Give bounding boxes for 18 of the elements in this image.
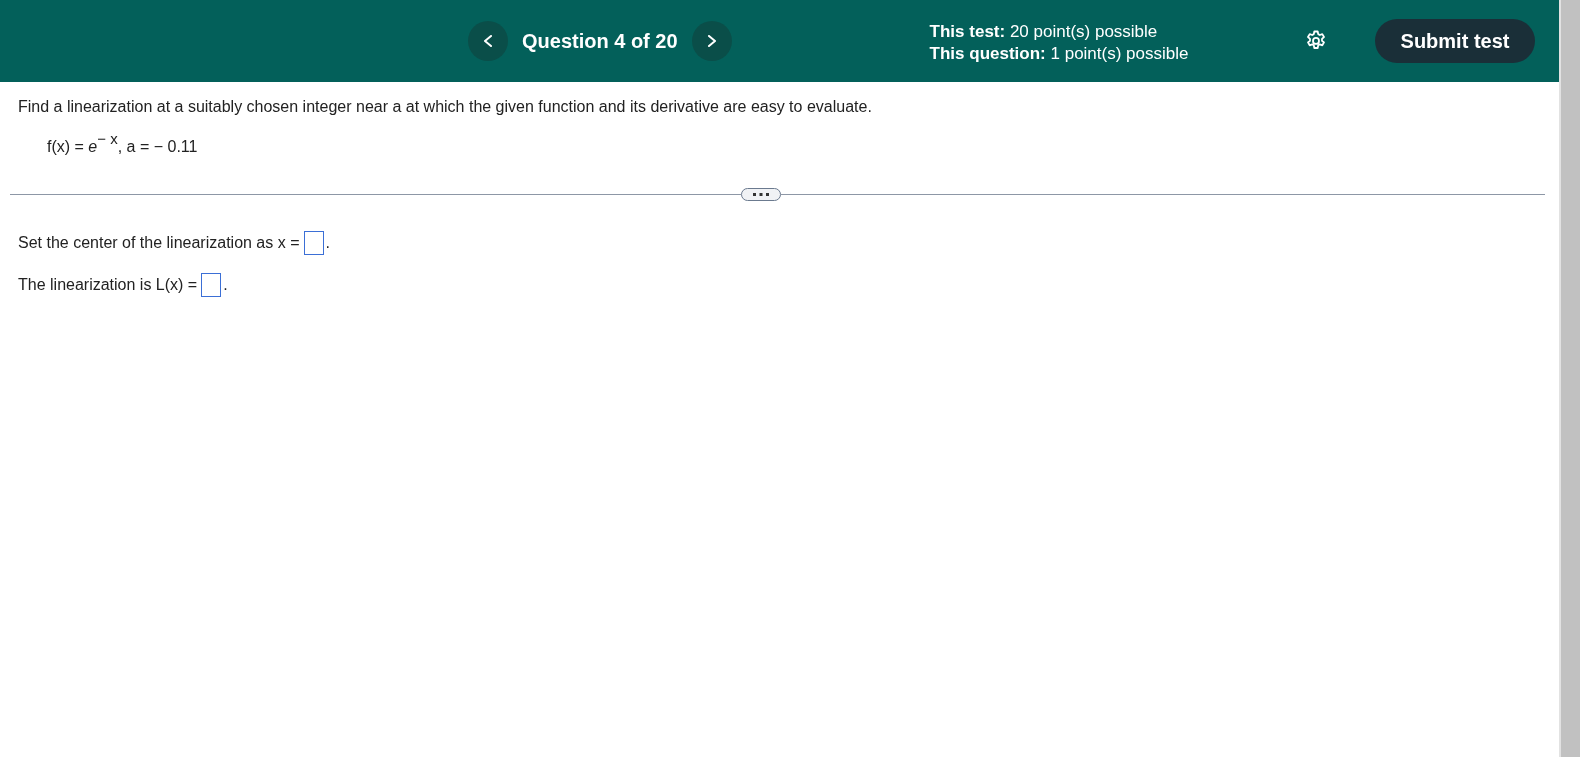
points-info: This test: 20 point(s) possible (929, 20, 1159, 43)
expand-button[interactable] (741, 187, 781, 201)
chevron-right-icon (706, 35, 717, 47)
points-info: This question: 1 point(s) possible (929, 42, 1189, 65)
previous-question-button[interactable] (468, 21, 508, 61)
period-text: . (325, 234, 330, 252)
answer-label: Set the center of the linearization as x = (18, 234, 300, 252)
scrollbar[interactable] (1559, 0, 1580, 757)
submit-test-button[interactable]: Submit test (1375, 19, 1535, 63)
next-question-button[interactable] (691, 21, 732, 61)
question-counter: Question 4 of 20 (522, 29, 678, 53)
answer-box[interactable] (201, 273, 222, 297)
answer-label: The linearization is L(x) = (18, 276, 198, 294)
answer-box[interactable] (303, 231, 324, 255)
period-text: . (223, 276, 228, 294)
question-prompt: Find a linearization at a suitably chosen integer near a at which the given function and its derivative are easy to evaluate. (18, 97, 873, 116)
chevron-left-icon (483, 35, 493, 47)
dots-icon (753, 192, 769, 196)
